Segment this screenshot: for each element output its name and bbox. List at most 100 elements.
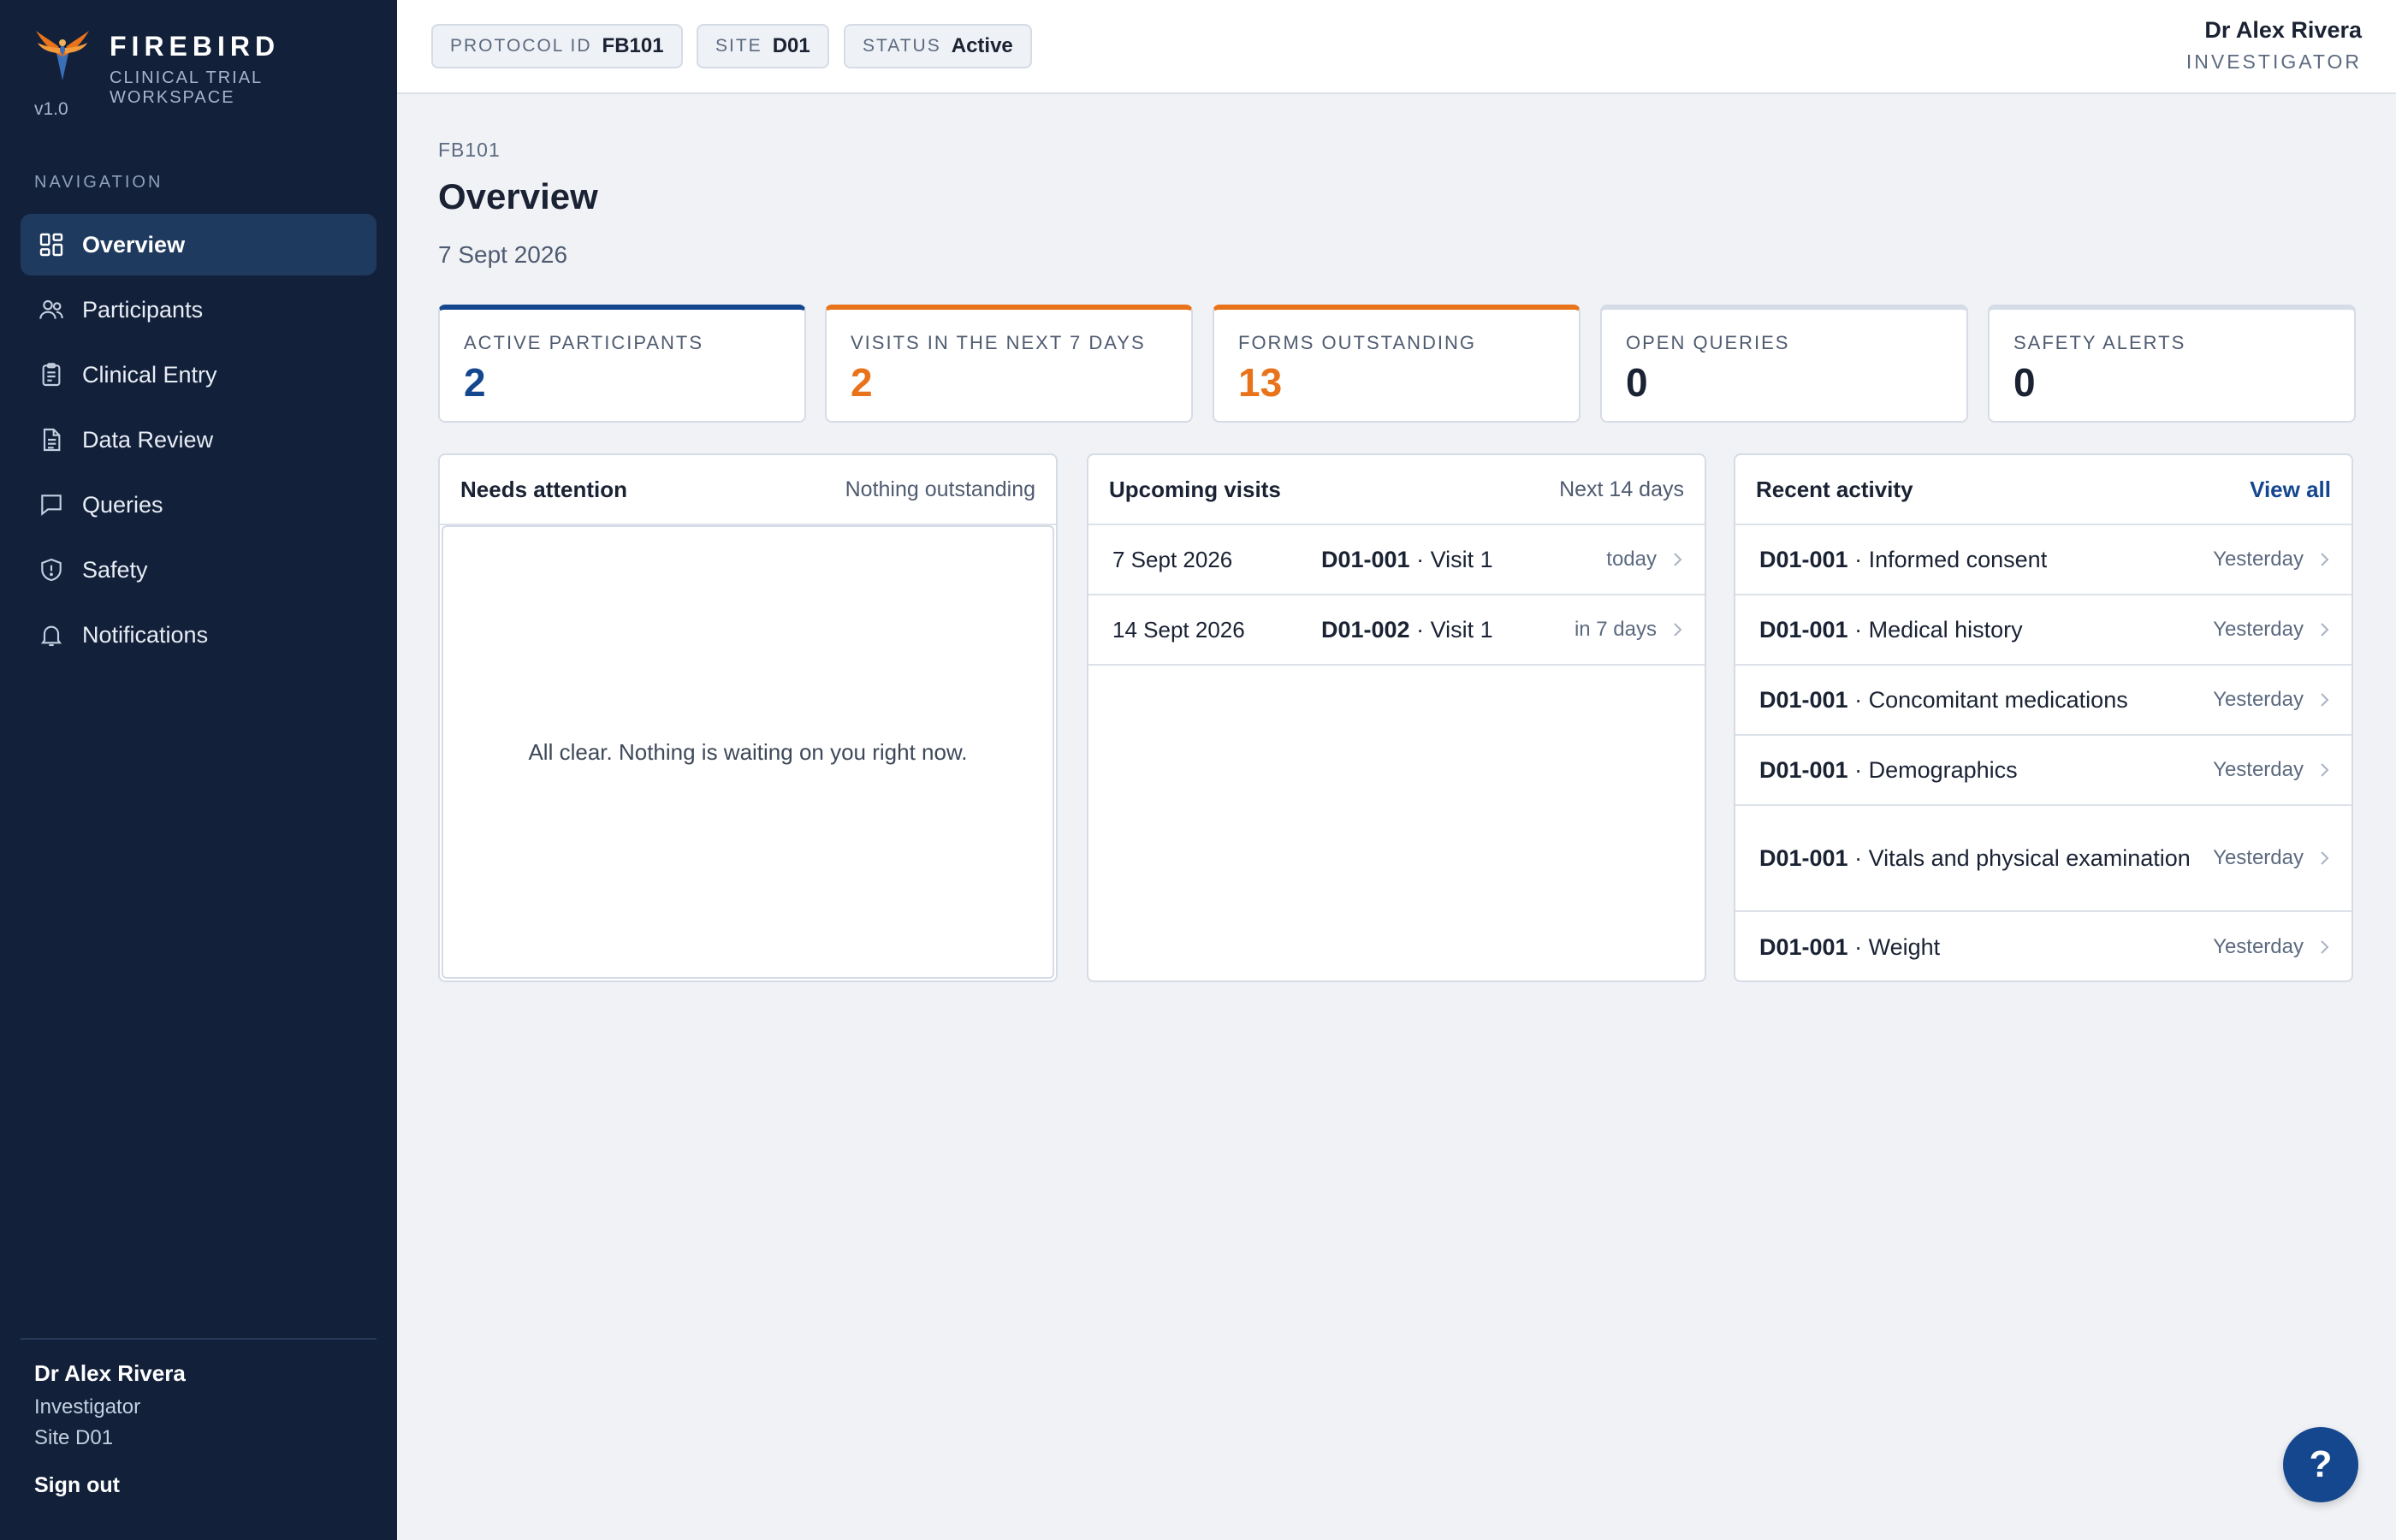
sidebar-item-queries[interactable]: Queries — [21, 474, 377, 536]
upcoming-visits-panel: Upcoming visits Next 14 days 7 Sept 2026… — [1087, 453, 1706, 982]
stat-card-open-queries[interactable]: OPEN QUERIES 0 — [1600, 305, 1968, 423]
activity-description: D01-001 · Demographics — [1759, 753, 2213, 787]
empty-state: All clear. Nothing is waiting on you rig… — [442, 525, 1054, 979]
pill-value: D01 — [772, 34, 810, 57]
activity-time: Yesterday — [2213, 935, 2304, 958]
sidebar-item-notifications[interactable]: Notifications — [21, 604, 377, 666]
view-all-link[interactable]: View all — [2250, 477, 2331, 503]
activity-description: D01-001 · Weight — [1759, 930, 2213, 964]
sidebar-item-label: Safety — [82, 556, 148, 583]
form-name: · Weight — [1847, 934, 1941, 960]
sidebar-item-label: Queries — [82, 491, 163, 518]
activity-row[interactable]: D01-001 · Demographics Yesterday — [1735, 736, 2352, 806]
visit-name: · Visit 1 — [1409, 616, 1493, 643]
user-site: Site D01 — [34, 1426, 114, 1449]
panel-header: Recent activity View all — [1735, 455, 2352, 525]
activity-row[interactable]: D01-001 · Concomitant medications Yester… — [1735, 666, 2352, 736]
app-version: v1.0 — [34, 99, 68, 119]
participant-id: D01-001 — [1759, 845, 1848, 871]
stat-label: VISITS IN THE NEXT 7 DAYS — [851, 332, 1146, 353]
panel-title: Needs attention — [460, 476, 628, 502]
activity-row[interactable]: D01-001 · Vitals and physical examinatio… — [1735, 806, 2352, 912]
recent-activity-panel: Recent activity View all D01-001 · Infor… — [1734, 453, 2353, 982]
sidebar-item-label: Overview — [82, 231, 186, 258]
stat-value: 2 — [464, 360, 486, 405]
stat-card-safety-alerts[interactable]: SAFETY ALERTS 0 — [1988, 305, 2356, 423]
site-badge: SITE D01 — [697, 24, 829, 68]
brand-name: FIREBIRD — [110, 31, 281, 62]
sidebar-item-safety[interactable]: Safety — [21, 539, 377, 601]
chevron-right-icon — [2319, 620, 2331, 639]
document-icon — [38, 426, 65, 453]
activity-time: Yesterday — [2213, 618, 2304, 641]
activity-description: D01-001 · Medical history — [1759, 613, 2213, 647]
sidebar-item-label: Clinical Entry — [82, 361, 217, 388]
activity-description: D01-001 · Vitals and physical examinatio… — [1759, 841, 2213, 875]
form-name: · Vitals and physical examination — [1847, 845, 2191, 871]
sidebar-item-label: Notifications — [82, 621, 209, 648]
protocol-id-badge: PROTOCOL ID FB101 — [431, 24, 683, 68]
sidebar-item-overview[interactable]: Overview — [21, 214, 377, 275]
sidebar-nav: Overview Participants Clinical Entry Dat… — [21, 214, 377, 669]
chevron-right-icon — [1672, 550, 1684, 569]
nav-heading: NAVIGATION — [34, 173, 163, 192]
user-name: Dr Alex Rivera — [34, 1360, 186, 1386]
activity-time: Yesterday — [2213, 846, 2304, 869]
status-badge: STATUS Active — [844, 24, 1032, 68]
chat-icon — [38, 491, 65, 518]
stat-card-forms-outstanding[interactable]: FORMS OUTSTANDING 13 — [1213, 305, 1581, 423]
activity-time: Yesterday — [2213, 688, 2304, 711]
pill-key: SITE — [715, 36, 762, 56]
activity-row[interactable]: D01-001 · Informed consent Yesterday — [1735, 525, 2352, 595]
activity-row[interactable]: D01-001 · Medical history Yesterday — [1735, 595, 2352, 666]
visit-description: D01-001 · Visit 1 — [1321, 547, 1606, 573]
stat-card-active-participants[interactable]: ACTIVE PARTICIPANTS 2 — [438, 305, 806, 423]
participant-id: D01-001 — [1759, 757, 1848, 783]
sidebar-item-label: Participants — [82, 296, 204, 323]
stat-card-visits-next-7-days[interactable]: VISITS IN THE NEXT 7 DAYS 2 — [825, 305, 1193, 423]
stat-label: OPEN QUERIES — [1626, 332, 1790, 353]
clipboard-icon — [38, 361, 65, 388]
chevron-right-icon — [2319, 550, 2331, 569]
form-name: · Concomitant medications — [1847, 687, 2128, 713]
sidebar-item-clinical-entry[interactable]: Clinical Entry — [21, 344, 377, 406]
pill-value: FB101 — [602, 34, 664, 57]
sidebar-item-participants[interactable]: Participants — [21, 279, 377, 341]
chevron-right-icon — [2319, 761, 2331, 779]
visit-relative-time: in 7 days — [1574, 618, 1657, 641]
help-button[interactable]: ? — [2283, 1427, 2358, 1502]
sign-out-link[interactable]: Sign out — [34, 1473, 120, 1498]
sidebar-item-data-review[interactable]: Data Review — [21, 409, 377, 471]
top-bar: PROTOCOL ID FB101 SITE D01 STATUS Active… — [397, 0, 2396, 94]
empty-state-message: All clear. Nothing is waiting on you rig… — [528, 738, 968, 765]
participant-id: D01-001 — [1321, 546, 1410, 572]
visit-date: 14 Sept 2026 — [1112, 616, 1245, 643]
visit-date: 7 Sept 2026 — [1112, 546, 1233, 572]
brand: FIREBIRD CLINICAL TRIAL WORKSPACE v1.0 — [34, 27, 394, 123]
sidebar-user: Dr Alex Rivera Investigator Site D01 — [34, 1360, 186, 1457]
question-mark-icon: ? — [2309, 1443, 2333, 1485]
chevron-right-icon — [2319, 690, 2331, 709]
panel-meta: Nothing outstanding — [845, 477, 1035, 501]
top-user[interactable]: Dr Alex Rivera INVESTIGATOR — [2186, 17, 2362, 74]
activity-row[interactable]: D01-001 · Weight Yesterday — [1735, 912, 2352, 980]
bell-icon — [38, 621, 65, 649]
stat-value: 0 — [1626, 360, 1648, 405]
panel-meta: Next 14 days — [1559, 477, 1684, 501]
brand-subtitle: CLINICAL TRIAL WORKSPACE — [110, 68, 263, 107]
user-role: Investigator — [34, 1395, 141, 1419]
activity-description: D01-001 · Concomitant medications — [1759, 683, 2213, 717]
pill-value: Active — [951, 34, 1013, 57]
dashboard-icon — [38, 231, 65, 258]
visit-name: · Visit 1 — [1409, 546, 1493, 572]
visit-description: D01-002 · Visit 1 — [1321, 617, 1575, 643]
visit-row[interactable]: 7 Sept 2026 D01-001 · Visit 1 today — [1088, 525, 1705, 595]
panel-title: Recent activity — [1756, 476, 1913, 502]
participant-id: D01-001 — [1759, 687, 1848, 713]
visit-row[interactable]: 14 Sept 2026 D01-002 · Visit 1 in 7 days — [1088, 595, 1705, 666]
page-date: 7 Sept 2026 — [438, 241, 568, 268]
stat-label: ACTIVE PARTICIPANTS — [464, 332, 704, 353]
participant-id: D01-001 — [1759, 547, 1848, 572]
sidebar-item-label: Data Review — [82, 426, 214, 453]
chevron-right-icon — [2319, 849, 2331, 868]
